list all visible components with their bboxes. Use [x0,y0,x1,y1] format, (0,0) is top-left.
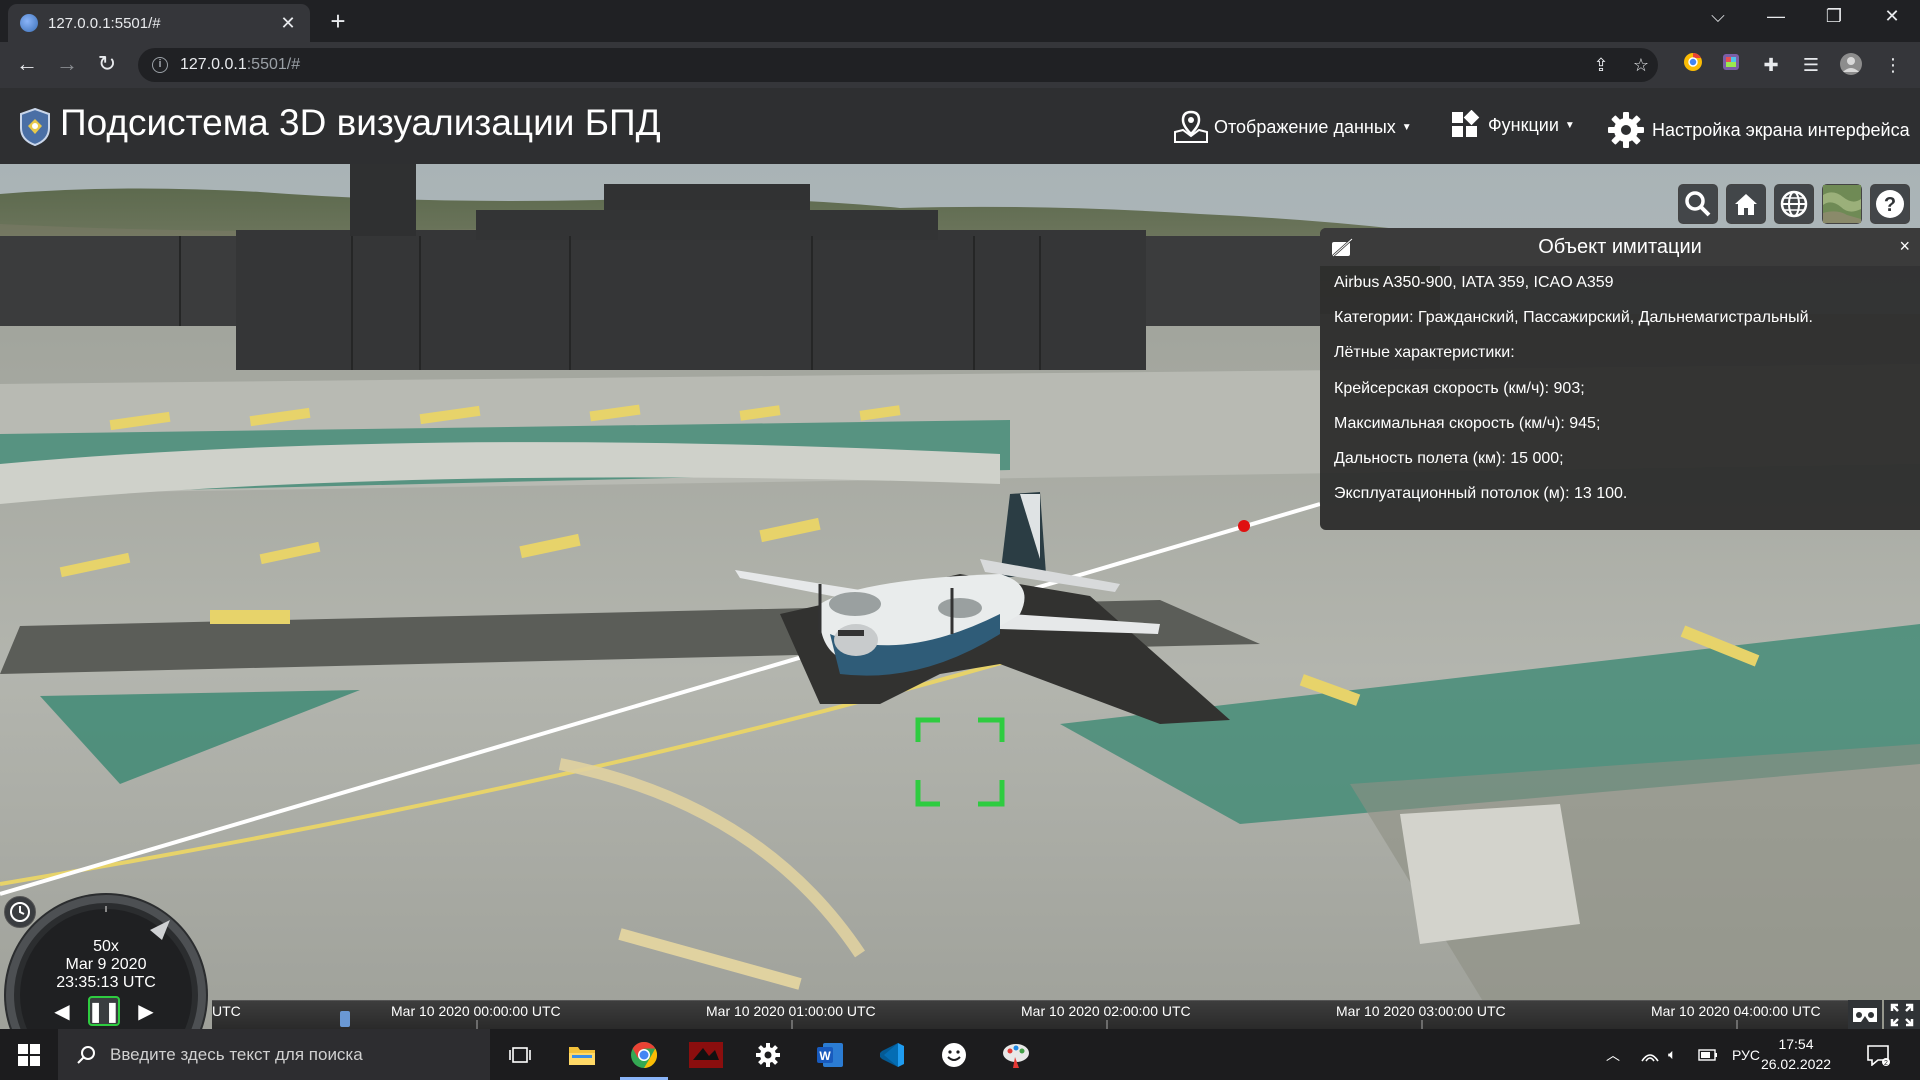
chrome-icon[interactable] [614,1029,674,1080]
help-icon[interactable]: ? [1870,184,1910,224]
task-view-icon[interactable] [490,1029,550,1080]
extension-chrome-icon[interactable] [1680,52,1706,78]
word-icon[interactable]: W [800,1029,860,1080]
info-line-cruise-speed: Крейсерская скорость (км/ч): 903; [1334,379,1585,397]
taskbar-clock[interactable]: 17:54 26.02.2022 [1756,1034,1836,1074]
timeline-ticks [340,1011,1738,1030]
file-explorer-icon[interactable] [552,1029,612,1080]
search-icon[interactable] [1678,184,1718,224]
map-pin-icon [1174,110,1208,143]
info-line-ceiling: Эксплуатационный потолок (м): 13 100. [1334,485,1628,503]
menu-data-display[interactable]: Отображение данных ▼ [1172,110,1412,144]
selection-info-panel: Объект имитации × Airbus A350-900, IATA … [1320,228,1920,530]
reload-icon[interactable]: ↻ [92,51,122,77]
menu-interface-settings-label: Настройка экрана интерфейса [1652,119,1910,140]
tray-overflow-icon[interactable]: ︿ [1606,1029,1620,1080]
timeline-bar[interactable]: UTC Mar 10 2020 00:00:00 UTC Mar 10 2020… [212,1000,1848,1030]
volume-icon[interactable]: 🔈︎ [1668,1029,1676,1080]
wifi-icon[interactable] [1640,1029,1660,1080]
extension-colorpicker-icon[interactable] [1718,52,1744,78]
minimize-icon[interactable]: — [1756,6,1796,27]
tab-close-icon[interactable]: ✕ [278,13,298,34]
taskbar-search-box[interactable]: Введите здесь текст для поиска [58,1029,490,1080]
close-window-icon[interactable]: ✕ [1872,6,1912,27]
caret-down-icon: ▼ [1401,121,1412,133]
menu-interface-settings[interactable]: Настройка экрана интерфейса [1606,110,1910,150]
paint-app-icon[interactable] [986,1029,1046,1080]
info-line-model: Airbus A350-900, IATA 359, ICAO A359 [1334,274,1614,291]
info-line-categories: Категории: Гражданский, Пассажирский, Да… [1334,309,1813,327]
share-icon[interactable]: ⇪ [1588,52,1614,78]
profile-avatar[interactable] [1838,52,1864,78]
taskbar-search-placeholder: Введите здесь текст для поиска [110,1044,363,1064]
app-title: Подсистема 3D визуализации БПД [60,102,661,143]
tab-search-chevron-icon[interactable]: ⌵ [1698,6,1738,27]
play-reverse-icon[interactable]: ◀ [46,996,78,1026]
notification-center-icon[interactable]: 2 [1866,1029,1890,1080]
url-text: 127.0.0.1:5501/# [180,56,301,73]
game-app-icon[interactable] [676,1029,736,1080]
info-panel-body: Airbus A350-900, IATA 359, ICAO A359 Кат… [1320,266,1920,516]
extensions-puzzle-icon[interactable]: ✚ [1758,52,1784,78]
emoji-app-icon[interactable] [924,1029,984,1080]
animation-speed: 50x [93,938,119,955]
new-tab-icon[interactable]: + [324,6,352,37]
tab-title: 127.0.0.1:5501/# [48,14,161,32]
address-bar[interactable]: i 127.0.0.1:5501/# [138,48,1658,82]
info-line-range: Дальность полета (км): 15 000; [1334,449,1564,467]
caret-down-icon: ▼ [1564,119,1575,131]
forward-icon[interactable]: → [52,51,82,77]
widgets-icon [1452,110,1480,137]
app-header: Подсистема 3D визуализации БПД Отображен… [0,88,1920,164]
svg-text:2: 2 [1884,1060,1888,1066]
layers-icon[interactable] [1822,184,1862,224]
search-icon [77,1045,95,1064]
gear-icon [1608,112,1644,148]
close-icon[interactable]: × [1899,236,1910,257]
windows-taskbar: Введите здесь текст для поиска W ︿ 🔈︎ РУ… [0,1029,1920,1080]
svg-text:W: W [819,1049,831,1063]
settings-gear-icon[interactable] [738,1029,798,1080]
browser-menu-icon[interactable]: ⋮ [1880,52,1906,78]
taskbar-date: 26.02.2022 [1760,1056,1832,1072]
restore-icon[interactable]: ❐ [1814,6,1854,27]
browser-toolbar: ← → ↻ i 127.0.0.1:5501/# ⇪ ☆ ✚ ☰ ⋮ [0,42,1920,88]
info-line-flight-characteristics: Лётные характеристики: [1334,344,1515,362]
bookmark-star-icon[interactable]: ☆ [1628,52,1654,78]
taskbar-time: 17:54 [1778,1036,1814,1052]
pause-icon[interactable]: ❚❚ [87,996,121,1026]
track-point-marker [1238,520,1250,532]
emblem-logo-icon [20,108,50,146]
vr-icon[interactable] [1848,1000,1882,1029]
globe-favicon-icon [20,14,38,32]
play-forward-icon[interactable]: ▶ [130,996,162,1026]
info-panel-title: Объект имитации [1538,236,1702,258]
info-line-max-speed: Максимальная скорость (км/ч): 945; [1334,414,1601,432]
globe-icon[interactable] [1774,184,1814,224]
windows-start-icon[interactable] [0,1029,58,1080]
menu-functions-label: Функции [1488,114,1559,135]
animation-date: Mar 9 2020 [65,956,147,973]
menu-functions[interactable]: Функции ▼ [1450,110,1575,140]
browser-tabbar: 127.0.0.1:5501/# ✕ + ⌵ — ❐ ✕ [0,0,1920,42]
scene-toolbar: ? [1678,184,1910,224]
timeline-needle [340,1011,350,1027]
svg-text:?: ? [1884,194,1896,216]
home-icon[interactable] [1726,184,1766,224]
realtime-clock-icon[interactable] [4,896,36,928]
animation-time: 23:35:13 UTC [56,974,156,991]
reading-list-icon[interactable]: ☰ [1798,52,1824,78]
site-info-icon[interactable]: i [152,57,168,73]
info-panel-header: Объект имитации × [1320,228,1920,266]
vscode-icon[interactable] [862,1029,922,1080]
back-icon[interactable]: ← [12,51,42,77]
menu-data-display-label: Отображение данных [1214,116,1396,137]
browser-tab[interactable]: 127.0.0.1:5501/# ✕ [8,4,310,42]
fullscreen-icon[interactable] [1884,1000,1920,1029]
battery-icon[interactable] [1698,1029,1718,1080]
